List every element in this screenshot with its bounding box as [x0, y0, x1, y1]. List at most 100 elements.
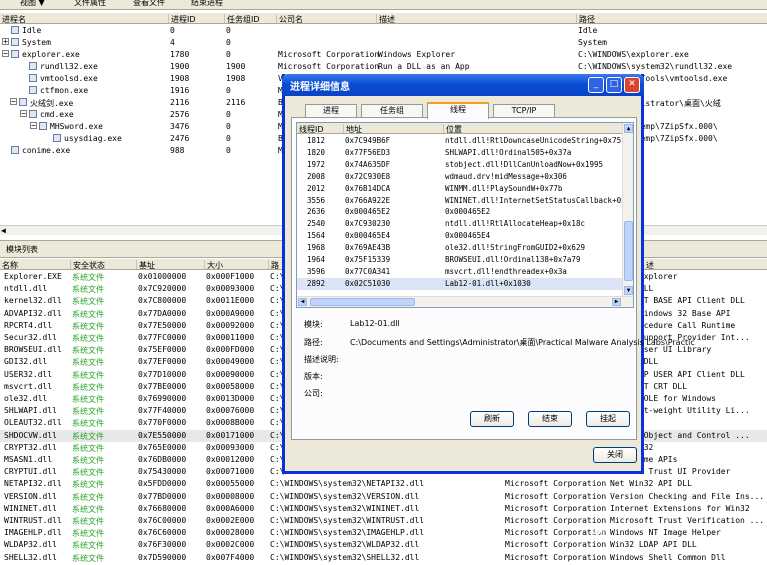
- col-address[interactable]: 地址: [343, 124, 362, 133]
- close-icon[interactable]: ✕: [624, 77, 640, 93]
- scroll-left-icon[interactable]: ◀: [1, 226, 6, 235]
- minimize-icon[interactable]: _: [588, 77, 604, 93]
- thread-row[interactable]: 3556 0x766A922E WININET.dll!InternetSetSta…: [297, 195, 633, 207]
- module-security-status: 系统文件: [72, 273, 104, 282]
- process-row[interactable]: rundll32.exe 1900 1900 Microsoft Corporatio…: [0, 61, 767, 73]
- module-base: 0x5FDD0000: [138, 479, 187, 489]
- thread-row[interactable]: 2540 0x7C930230 ntdll.dll!RtlAllocateHeap+…: [297, 218, 624, 230]
- thread-row[interactable]: 1964 0x75F15339 BROWSEUI.dll!Ordinal138+0x…: [297, 254, 624, 266]
- view-menu[interactable]: 视图 ▼: [20, 0, 45, 8]
- file-properties-button[interactable]: 文件属性: [74, 0, 106, 8]
- module-security-status: 系统文件: [72, 504, 104, 514]
- thread-vertical-scrollbar[interactable]: ▲ ▼: [622, 123, 633, 297]
- module-row[interactable]: WLDAP32.dll 系统文件 0x76F30000 0x0002C000 C:\WI…: [0, 539, 767, 551]
- module-row[interactable]: VERSION.dll 系统文件 0x77BD0000 0x00008000 C:\WI…: [0, 491, 767, 503]
- process-gid: 1900: [226, 62, 246, 71]
- version-label: 版本:: [304, 372, 323, 381]
- process-pid: 0: [170, 26, 175, 35]
- process-name: cmd.exe: [40, 110, 74, 119]
- module-security-status: 系统文件: [72, 309, 104, 319]
- process-pid: 988: [170, 146, 185, 155]
- module-size: 0x00008000: [206, 491, 255, 501]
- tree-expander-icon[interactable]: +: [2, 38, 9, 46]
- process-icon: [11, 50, 19, 58]
- company-label: 公司:: [304, 389, 323, 398]
- thread-horizontal-scrollbar[interactable]: ◀ ▶: [297, 296, 633, 307]
- process-row[interactable]: Idle 0 0 Idle: [0, 25, 767, 37]
- process-row[interactable]: − explorer.exe 1780 0 Microsoft Corporation W…: [0, 49, 767, 61]
- process-icon: [29, 62, 37, 70]
- suspend-thread-button[interactable]: 挂起: [586, 411, 630, 427]
- process-gid: 0: [226, 26, 231, 35]
- process-row[interactable]: + System 4 0 System: [0, 37, 767, 49]
- scroll-right-icon[interactable]: ▶: [612, 298, 621, 306]
- module-row[interactable]: IMAGEHLP.dll 系统文件 0x76C60000 0x00028000 C:\W…: [0, 527, 767, 539]
- maximize-icon[interactable]: □: [606, 77, 622, 93]
- scroll-left-icon[interactable]: ◀: [298, 298, 307, 306]
- module-size: 0x00090000: [206, 369, 255, 379]
- module-row[interactable]: NETAPI32.dll 系统文件 0x5FDD0000 0x00055000 C:\W…: [0, 478, 767, 490]
- col-module-desc[interactable]: 述: [643, 260, 654, 269]
- thread-address: 0x7C930230: [345, 219, 391, 229]
- tab-threads[interactable]: 线程: [427, 102, 489, 119]
- module-row[interactable]: SHELL32.dll 系统文件 0x7D590000 0x007F4000 C:\WI…: [0, 552, 767, 564]
- col-module-path[interactable]: 路: [268, 260, 279, 269]
- thread-address: 0x77C0A341: [345, 266, 391, 276]
- tab-task-group[interactable]: 任务组: [361, 104, 423, 118]
- scroll-down-icon[interactable]: ▼: [624, 286, 633, 295]
- end-thread-button[interactable]: 结束: [528, 411, 572, 427]
- refresh-button[interactable]: 刷新: [470, 411, 514, 427]
- tree-expander-icon[interactable]: −: [20, 110, 27, 118]
- col-module-name[interactable]: 名称: [0, 260, 18, 269]
- col-size[interactable]: 大小: [204, 260, 223, 269]
- tab-tcpip[interactable]: TCP/IP: [493, 104, 555, 118]
- tree-expander-icon[interactable]: −: [2, 50, 9, 58]
- col-location[interactable]: 位置: [443, 124, 462, 133]
- thread-row[interactable]: 2012 0x76B14DCA WINMM.dll!PlaySoundW+0x77b: [297, 183, 624, 195]
- thread-row[interactable]: 1968 0x769AE43B ole32.dll!StringFromGUID2+…: [297, 242, 624, 254]
- module-row[interactable]: WINTRUST.dll 系统文件 0x76C00000 0x0002E000 C:\W…: [0, 515, 767, 527]
- thread-row[interactable]: 1820 0x77F56ED3 SHLWAPI.dll!Ordinal505+0x3…: [297, 147, 624, 159]
- module-name: ole32.dll: [4, 394, 48, 403]
- scroll-up-icon[interactable]: ▲: [624, 124, 633, 133]
- dialog-tabs: 进程 任务组 线程 TCP/IP: [291, 102, 637, 119]
- thread-row[interactable]: 2636 0x000465E2 0x000465E2: [297, 206, 624, 218]
- process-gid: 0: [226, 38, 231, 47]
- scroll-thumb[interactable]: [310, 298, 415, 306]
- thread-row[interactable]: 2892 0x02C51030 Lab12-01.dll+0x1030: [297, 277, 624, 290]
- tree-expander-icon[interactable]: −: [30, 122, 37, 130]
- col-base[interactable]: 基址: [136, 260, 155, 269]
- module-size: 0x000FD000: [206, 345, 255, 355]
- tab-process[interactable]: 进程: [305, 104, 357, 118]
- col-thread-id[interactable]: 线程ID: [297, 124, 324, 133]
- dialog-title: 进程详细信息: [290, 82, 350, 93]
- module-base: 0x77BE0000: [138, 381, 187, 391]
- end-process-button[interactable]: 结束进程: [191, 0, 223, 8]
- thread-row[interactable]: 1812 0x7C949B6F ntdll.dll!RtlDowncaseUnico…: [297, 135, 624, 147]
- dialog-close-button[interactable]: 关闭: [593, 447, 637, 463]
- module-name: IMAGEHLP.dll: [4, 528, 62, 538]
- module-name: SHLWAPI.dll: [4, 406, 57, 416]
- col-security[interactable]: 安全状态: [70, 260, 105, 269]
- thread-id: 1968: [307, 243, 326, 253]
- dialog-titlebar[interactable]: 进程详细信息 _ □ ✕: [282, 74, 644, 96]
- module-security-status: 系统文件: [72, 492, 104, 502]
- module-description: Microsoft Trust Verification ...: [610, 516, 765, 525]
- thread-row[interactable]: 3596 0x77C0A341 msvcrt.dll!endthreadex+0x3…: [297, 266, 624, 278]
- tree-expander-icon[interactable]: −: [10, 98, 17, 106]
- thread-address: 0x77F56ED3: [345, 147, 391, 157]
- module-base: 0x7C920000: [138, 284, 187, 294]
- process-pid: 4: [170, 38, 175, 47]
- module-base: 0x76DB0000: [138, 455, 187, 464]
- thread-row[interactable]: 1564 0x000465E4 0x000465E4: [297, 230, 624, 242]
- module-row[interactable]: WININET.dll 系统文件 0x76680000 0x000A6000 C:\WI…: [0, 503, 767, 515]
- process-path: Idle: [578, 26, 598, 35]
- module-name: VERSION.dll: [4, 491, 57, 501]
- process-icon: [11, 146, 19, 154]
- process-pid: 3476: [170, 122, 190, 131]
- thread-row[interactable]: 1972 0x74A635DF stobject.dll!DllCanUnloadN…: [297, 159, 624, 171]
- scroll-thumb[interactable]: [624, 221, 633, 281]
- module-size: 0x0011E000: [206, 296, 255, 306]
- thread-row[interactable]: 2008 0x72C930E8 wdmaud.drv!midMessage+0x30…: [297, 171, 624, 183]
- view-file-button[interactable]: 查看文件: [133, 0, 165, 8]
